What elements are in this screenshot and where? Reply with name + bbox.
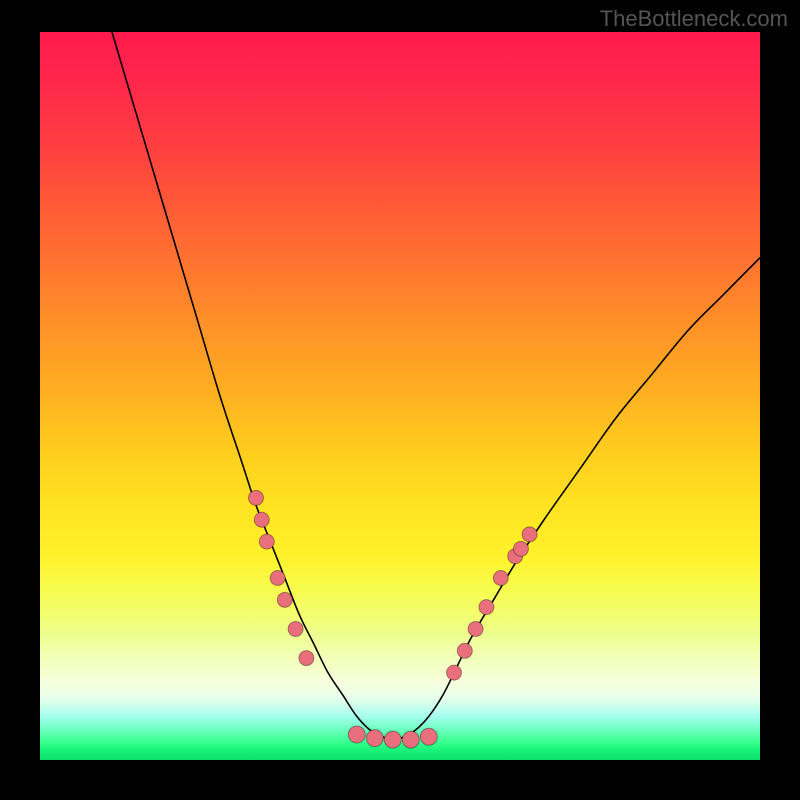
data-point (366, 730, 383, 747)
plot-area (40, 32, 760, 760)
data-points-group (249, 490, 538, 748)
data-point (288, 621, 303, 636)
data-point (384, 731, 401, 748)
data-point (493, 571, 508, 586)
watermark-text: TheBottleneck.com (600, 6, 788, 32)
data-point (508, 549, 523, 564)
chart-svg (40, 32, 760, 760)
data-point (513, 541, 528, 556)
data-point (457, 643, 472, 658)
curve-left (112, 32, 386, 738)
data-point (254, 512, 269, 527)
data-point (420, 728, 437, 745)
data-point (348, 726, 365, 743)
data-point (402, 731, 419, 748)
curve-right (386, 258, 760, 739)
data-point (259, 534, 274, 549)
data-point (249, 490, 264, 505)
data-point (522, 527, 537, 542)
data-point (277, 592, 292, 607)
data-point (468, 621, 483, 636)
data-point (299, 651, 314, 666)
data-point (447, 665, 462, 680)
data-point (479, 600, 494, 615)
bottleneck-chart-container: TheBottleneck.com (0, 0, 800, 800)
data-point (270, 571, 285, 586)
